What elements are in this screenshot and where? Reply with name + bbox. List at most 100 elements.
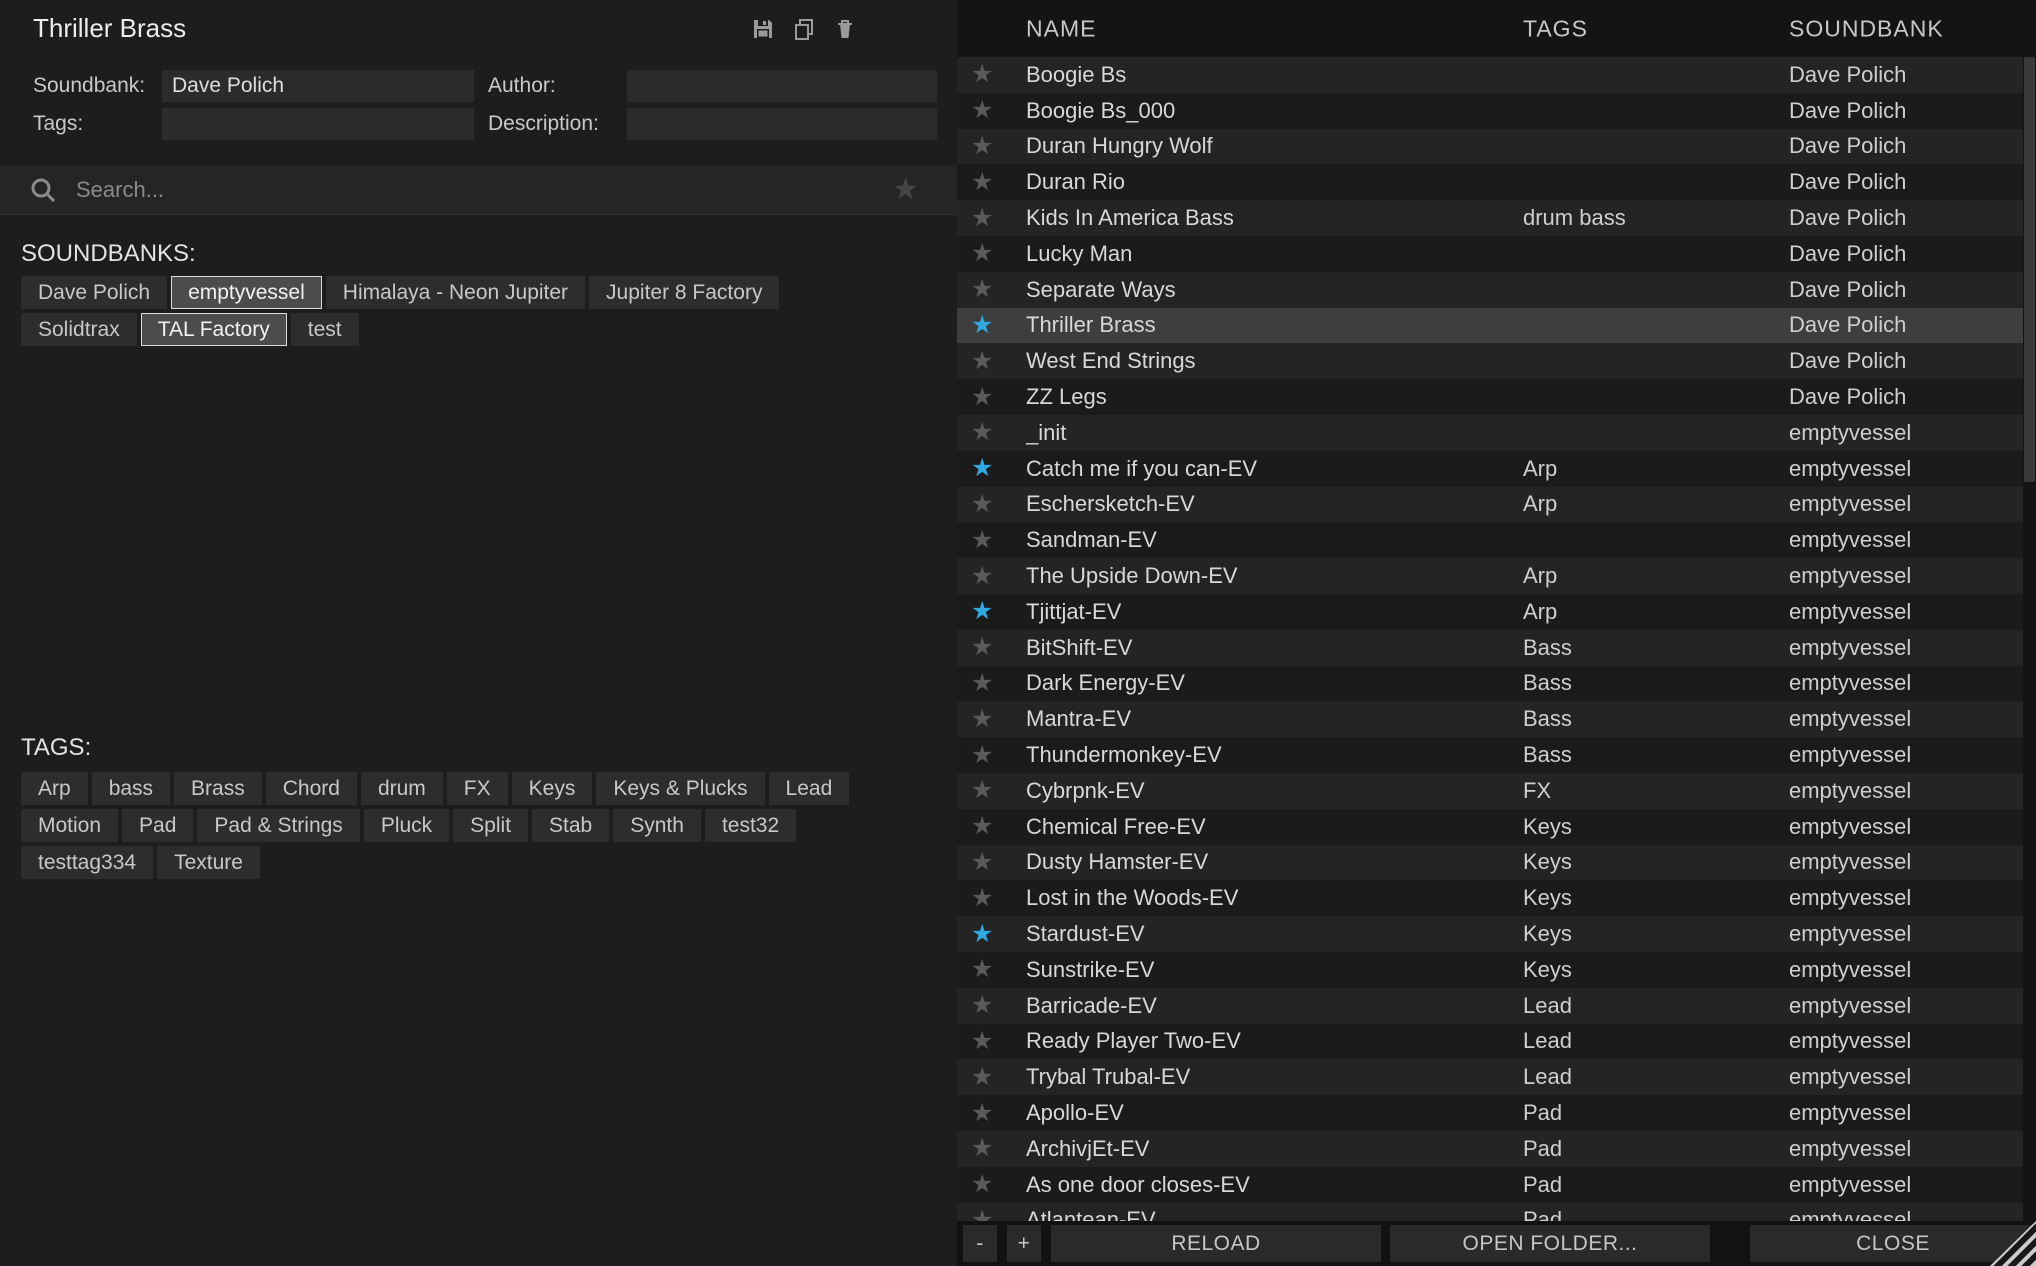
search-input[interactable]	[74, 176, 892, 204]
preset-row[interactable]: ★Thriller BrassDave Polich	[957, 308, 2036, 344]
favorite-star-icon[interactable]: ★	[957, 1065, 1026, 1090]
tag-filter-button[interactable]: Keys	[512, 772, 593, 805]
favorite-star-icon[interactable]: ★	[957, 492, 1026, 517]
author-field[interactable]	[627, 70, 937, 102]
preset-row[interactable]: ★Boogie BsDave Polich	[957, 57, 2036, 93]
tag-filter-button[interactable]: FX	[447, 772, 508, 805]
favorite-star-icon[interactable]: ★	[957, 1136, 1026, 1161]
preset-row[interactable]: ★The Upside Down-EVArpemptyvessel	[957, 558, 2036, 594]
preset-row[interactable]: ★Lost in the Woods-EVKeysemptyvessel	[957, 880, 2036, 916]
tag-filter-button[interactable]: drum	[361, 772, 443, 805]
preset-row[interactable]: ★Sunstrike-EVKeysemptyvessel	[957, 952, 2036, 988]
favorite-star-icon[interactable]: ★	[957, 241, 1026, 266]
favorites-filter-star-icon[interactable]: ★	[892, 175, 919, 205]
preset-row[interactable]: ★_initemptyvessel	[957, 415, 2036, 451]
tag-filter-button[interactable]: bass	[92, 772, 170, 805]
open-folder-button[interactable]: OPEN FOLDER...	[1390, 1225, 1710, 1262]
tag-filter-button[interactable]: Synth	[613, 809, 701, 842]
preset-row[interactable]: ★Boogie Bs_000Dave Polich	[957, 93, 2036, 129]
soundbank-field[interactable]: Dave Polich	[162, 70, 474, 102]
favorite-star-icon[interactable]: ★	[957, 206, 1026, 231]
preset-row[interactable]: ★ArchivjEt-EVPademptyvessel	[957, 1131, 2036, 1167]
favorite-star-icon[interactable]: ★	[957, 420, 1026, 445]
description-field[interactable]	[627, 108, 937, 140]
favorite-star-icon[interactable]: ★	[957, 1172, 1026, 1197]
favorite-star-icon[interactable]: ★	[957, 277, 1026, 302]
preset-row[interactable]: ★Kids In America Bassdrum bassDave Polic…	[957, 200, 2036, 236]
save-icon[interactable]	[751, 17, 775, 41]
preset-row[interactable]: ★Lucky ManDave Polich	[957, 236, 2036, 272]
tag-filter-button[interactable]: Keys & Plucks	[596, 772, 764, 805]
favorite-star-icon[interactable]: ★	[957, 98, 1026, 123]
soundbank-filter-button[interactable]: test	[291, 313, 359, 346]
preset-row[interactable]: ★ZZ LegsDave Polich	[957, 379, 2036, 415]
favorite-star-icon[interactable]: ★	[957, 814, 1026, 839]
preset-row[interactable]: ★Trybal Trubal-EVLeademptyvessel	[957, 1059, 2036, 1095]
preset-row[interactable]: ★Dark Energy-EVBassemptyvessel	[957, 666, 2036, 702]
preset-row[interactable]: ★As one door closes-EVPademptyvessel	[957, 1167, 2036, 1203]
favorite-star-icon[interactable]: ★	[957, 671, 1026, 696]
preset-row[interactable]: ★Stardust-EVKeysemptyvessel	[957, 916, 2036, 952]
preset-row[interactable]: ★Sandman-EVemptyvessel	[957, 522, 2036, 558]
favorite-star-icon[interactable]: ★	[957, 62, 1026, 87]
tag-filter-button[interactable]: Arp	[21, 772, 88, 805]
preset-row[interactable]: ★Cybrpnk-EVFXemptyvessel	[957, 773, 2036, 809]
increase-button[interactable]: +	[1007, 1225, 1041, 1262]
soundbank-filter-button[interactable]: emptyvessel	[171, 276, 322, 309]
tag-filter-button[interactable]: test32	[705, 809, 796, 842]
favorite-star-icon[interactable]: ★	[957, 313, 1026, 338]
favorite-star-icon[interactable]: ★	[957, 957, 1026, 982]
preset-row[interactable]: ★Thundermonkey-EVBassemptyvessel	[957, 737, 2036, 773]
soundbank-filter-button[interactable]: Dave Polich	[21, 276, 167, 309]
tag-filter-button[interactable]: testtag334	[21, 846, 153, 879]
preset-row[interactable]: ★Mantra-EVBassemptyvessel	[957, 701, 2036, 737]
favorite-star-icon[interactable]: ★	[957, 564, 1026, 589]
tag-filter-button[interactable]: Stab	[532, 809, 609, 842]
favorite-star-icon[interactable]: ★	[957, 707, 1026, 732]
soundbank-filter-button[interactable]: TAL Factory	[141, 313, 287, 346]
preset-row[interactable]: ★Duran RioDave Polich	[957, 164, 2036, 200]
favorite-star-icon[interactable]: ★	[957, 349, 1026, 374]
preset-row[interactable]: ★BitShift-EVBassemptyvessel	[957, 630, 2036, 666]
tag-filter-button[interactable]: Brass	[174, 772, 262, 805]
tag-filter-button[interactable]: Chord	[266, 772, 357, 805]
soundbank-filter-button[interactable]: Solidtrax	[21, 313, 137, 346]
preset-row[interactable]: ★West End StringsDave Polich	[957, 343, 2036, 379]
copy-icon[interactable]	[792, 17, 816, 41]
favorite-star-icon[interactable]: ★	[957, 1101, 1026, 1126]
favorite-star-icon[interactable]: ★	[957, 635, 1026, 660]
scrollbar-thumb[interactable]	[2024, 57, 2035, 482]
favorite-star-icon[interactable]: ★	[957, 599, 1026, 624]
tag-filter-button[interactable]: Pad & Strings	[197, 809, 359, 842]
preset-row[interactable]: ★Barricade-EVLeademptyvessel	[957, 988, 2036, 1024]
favorite-star-icon[interactable]: ★	[957, 385, 1026, 410]
favorite-star-icon[interactable]: ★	[957, 993, 1026, 1018]
preset-row[interactable]: ★Apollo-EVPademptyvessel	[957, 1095, 2036, 1131]
favorite-star-icon[interactable]: ★	[957, 1208, 1026, 1221]
favorite-star-icon[interactable]: ★	[957, 922, 1026, 947]
favorite-star-icon[interactable]: ★	[957, 850, 1026, 875]
preset-row[interactable]: ★Atlantean-EVPademptyvessel	[957, 1203, 2036, 1222]
favorite-star-icon[interactable]: ★	[957, 134, 1026, 159]
preset-row[interactable]: ★Ready Player Two-EVLeademptyvessel	[957, 1024, 2036, 1060]
preset-row[interactable]: ★Catch me if you can-EVArpemptyvessel	[957, 451, 2036, 487]
tag-filter-button[interactable]: Texture	[157, 846, 260, 879]
tags-field[interactable]	[162, 108, 474, 140]
tag-filter-button[interactable]: Motion	[21, 809, 118, 842]
decrease-button[interactable]: -	[963, 1225, 997, 1262]
favorite-star-icon[interactable]: ★	[957, 170, 1026, 195]
preset-row[interactable]: ★Duran Hungry WolfDave Polich	[957, 129, 2036, 165]
soundbank-filter-button[interactable]: Himalaya - Neon Jupiter	[326, 276, 585, 309]
reload-button[interactable]: RELOAD	[1051, 1225, 1381, 1262]
preset-row[interactable]: ★Separate WaysDave Polich	[957, 272, 2036, 308]
close-button[interactable]: CLOSE	[1750, 1225, 2036, 1262]
tag-filter-button[interactable]: Pluck	[364, 809, 449, 842]
favorite-star-icon[interactable]: ★	[957, 456, 1026, 481]
tag-filter-button[interactable]: Pad	[122, 809, 193, 842]
favorite-star-icon[interactable]: ★	[957, 528, 1026, 553]
preset-row[interactable]: ★Chemical Free-EVKeysemptyvessel	[957, 809, 2036, 845]
favorite-star-icon[interactable]: ★	[957, 743, 1026, 768]
tag-filter-button[interactable]: Lead	[769, 772, 850, 805]
delete-icon[interactable]	[833, 17, 857, 41]
scrollbar[interactable]	[2023, 57, 2036, 1221]
